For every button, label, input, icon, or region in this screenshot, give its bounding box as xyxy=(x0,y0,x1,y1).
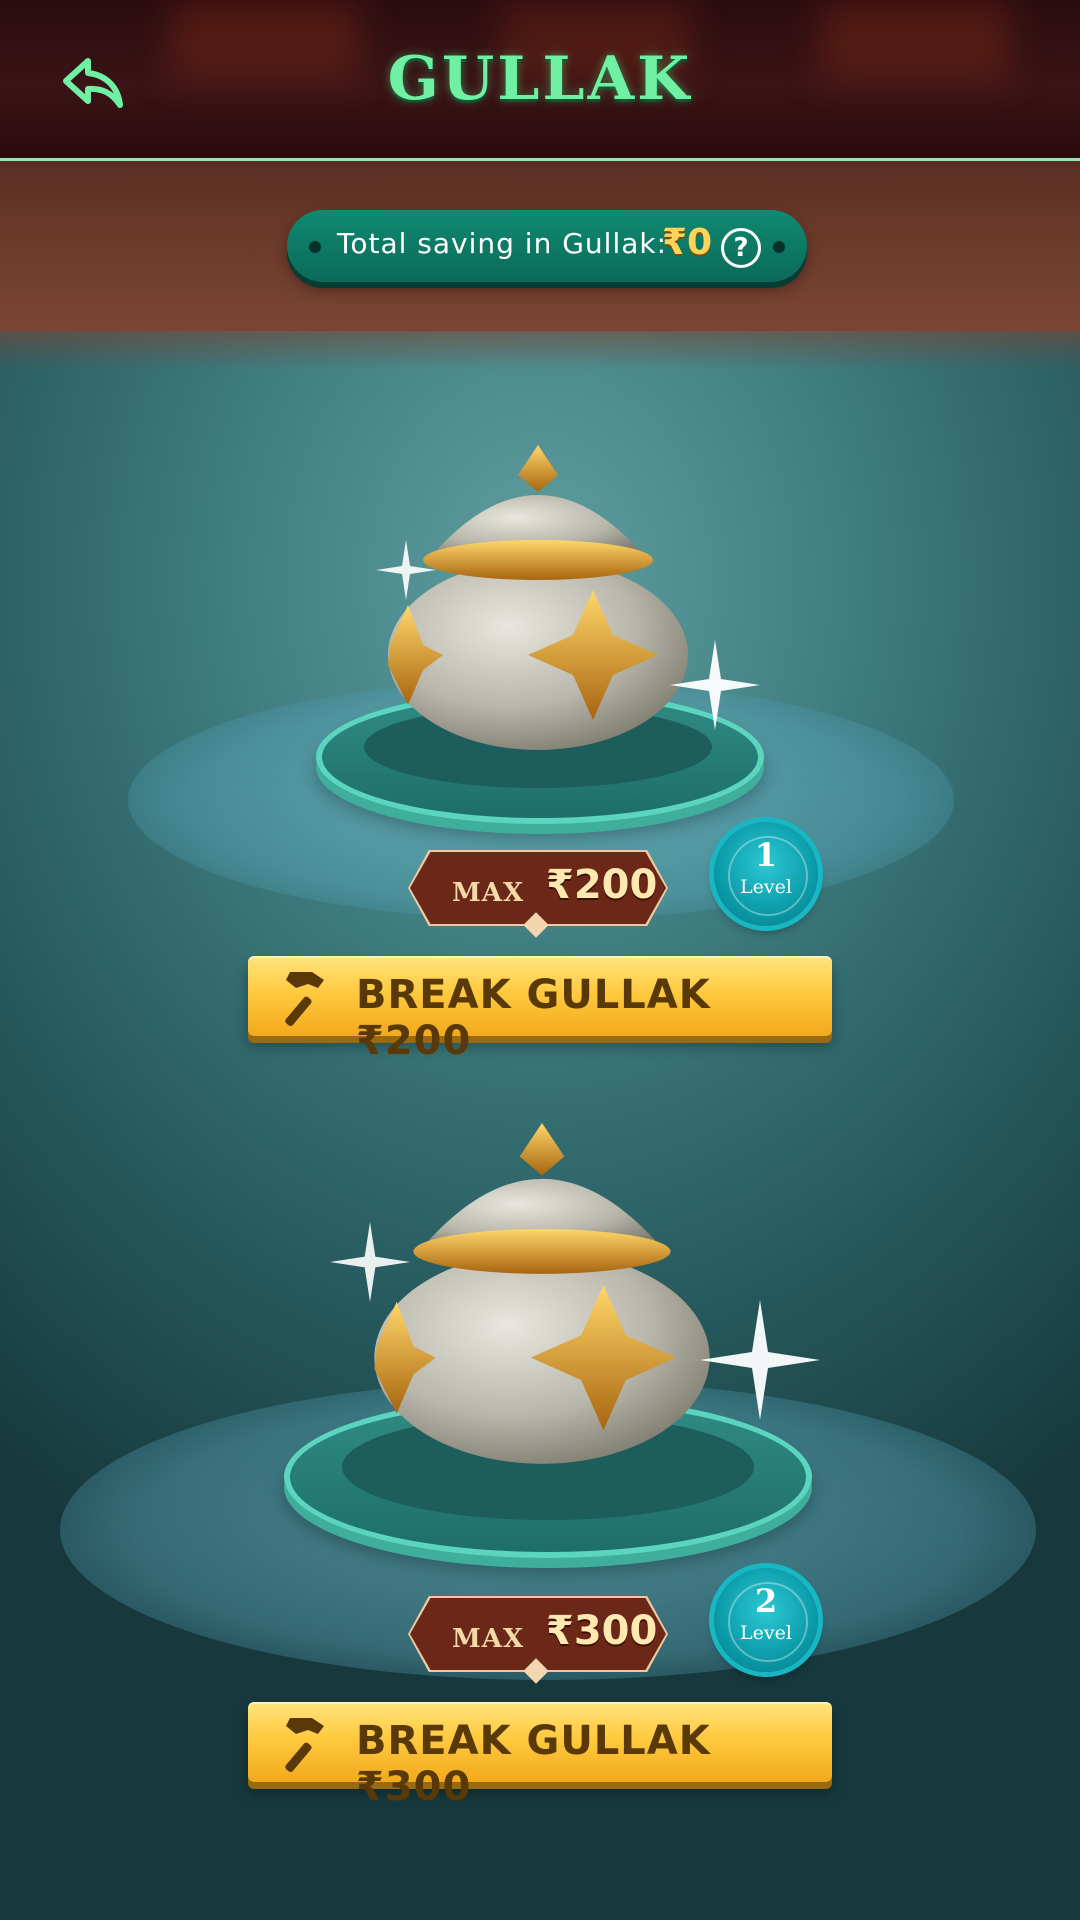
level-badge: 2 Level xyxy=(714,1568,818,1672)
sparkle-icon xyxy=(330,1222,410,1302)
total-saving-pill: Total saving in Gullak: ₹0 ? xyxy=(287,210,807,282)
break-gullak-button[interactable]: BREAK GULLAK ₹300 xyxy=(248,1702,832,1810)
banner-fade xyxy=(0,331,1080,371)
max-label: MAX xyxy=(452,1624,525,1654)
sparkle-icon xyxy=(670,640,760,730)
break-button-label: BREAK GULLAK ₹300 xyxy=(356,1718,711,1810)
level-number: 2 xyxy=(754,1582,778,1620)
total-saving-value: ₹0 xyxy=(662,222,713,263)
hammer-icon xyxy=(285,972,324,1027)
level-text: Level xyxy=(740,876,792,898)
hammer-icon xyxy=(285,1718,324,1773)
level-badge: 1 Level xyxy=(714,822,818,926)
top-bar: GULLAK xyxy=(0,0,1080,161)
total-saving-label: Total saving in Gullak: xyxy=(337,227,668,260)
pill-dot xyxy=(773,241,785,253)
break-button-label: BREAK GULLAK ₹200 xyxy=(356,972,711,1064)
level-number: 1 xyxy=(754,836,778,874)
max-label: MAX xyxy=(452,878,525,908)
break-gullak-button[interactable]: BREAK GULLAK ₹200 xyxy=(248,956,832,1064)
level-text: Level xyxy=(740,1622,792,1644)
pill-dot xyxy=(309,241,321,253)
max-value: ₹200 xyxy=(546,862,658,908)
page-title: GULLAK xyxy=(387,44,693,114)
sparkle-icon xyxy=(376,540,436,600)
sparkle-icon xyxy=(700,1300,820,1420)
max-value: ₹300 xyxy=(546,1608,658,1654)
question-icon[interactable]: ? xyxy=(721,228,761,268)
